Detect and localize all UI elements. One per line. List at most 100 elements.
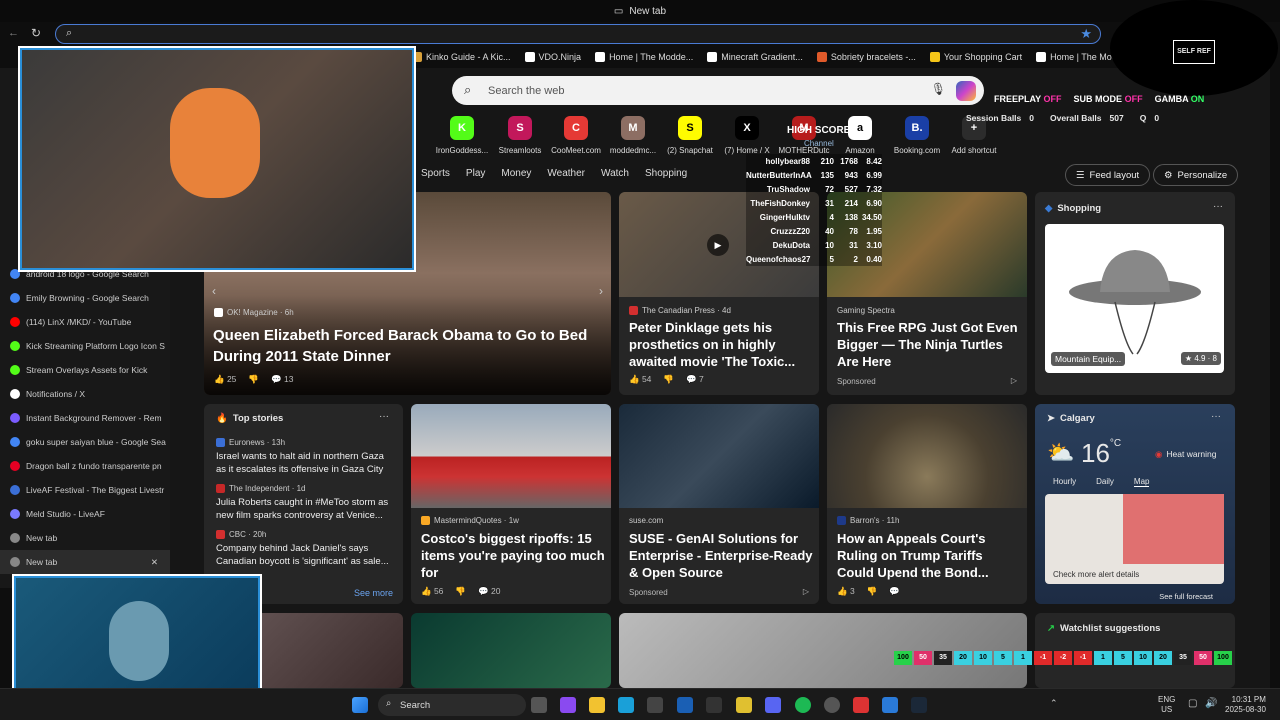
favorite-item[interactable]: Your Shopping Cart bbox=[929, 52, 1022, 62]
store-icon[interactable] bbox=[647, 697, 663, 713]
taskbar-search[interactable]: ⌕ Search bbox=[378, 694, 526, 716]
quick-link[interactable]: S (2) Snapchat bbox=[660, 116, 720, 155]
news-card[interactable]: MastermindQuotes · 1w Costco's biggest r… bbox=[411, 404, 611, 604]
outlook-icon[interactable] bbox=[677, 697, 693, 713]
full-forecast-link[interactable]: See full forecast bbox=[1159, 592, 1213, 601]
tab-hourly[interactable]: Hourly bbox=[1053, 477, 1076, 487]
like-icon[interactable]: 👍 54 bbox=[629, 374, 651, 385]
favorite-item[interactable]: VDO.Ninja bbox=[524, 52, 581, 62]
like-icon[interactable]: 👍 3 bbox=[837, 586, 855, 597]
windows-start-icon[interactable] bbox=[352, 697, 368, 713]
copilot-icon[interactable] bbox=[956, 81, 976, 101]
news-card[interactable] bbox=[411, 613, 611, 688]
quick-link[interactable]: S Streamloots bbox=[490, 116, 550, 155]
quick-link[interactable]: C CooMeet.com bbox=[546, 116, 606, 155]
sidebar-tab-item[interactable]: Dragon ball z fundo transparente pn bbox=[0, 454, 170, 478]
copilot-icon[interactable] bbox=[560, 697, 576, 713]
weather-alert[interactable]: Heat warning bbox=[1166, 449, 1216, 460]
sidebar-tab-item[interactable]: Kick Streaming Platform Logo Icon S bbox=[0, 334, 170, 358]
favorite-item[interactable]: Kinko Guide - A Kic... bbox=[412, 52, 511, 62]
carousel-next-icon[interactable]: › bbox=[599, 284, 603, 298]
app-icon[interactable] bbox=[882, 697, 898, 713]
check-alert-link[interactable]: Check more alert details bbox=[1053, 570, 1139, 579]
settings-icon[interactable] bbox=[824, 697, 840, 713]
address-bar[interactable]: ⌕ ★ bbox=[55, 24, 1101, 44]
feed-layout-button[interactable]: ☰ Feed layout bbox=[1065, 164, 1151, 186]
tray-chevron-icon[interactable]: ⌃ bbox=[1050, 698, 1058, 709]
quick-link[interactable]: B. Booking.com bbox=[887, 116, 947, 155]
sidebar-tab-item[interactable]: New tab ✕ bbox=[0, 550, 170, 574]
sidebar-tab-item[interactable]: (114) LinX /MKD/ - YouTube bbox=[0, 310, 170, 334]
personalize-button[interactable]: ⚙ Personalize bbox=[1153, 164, 1239, 186]
dislike-icon[interactable]: 👎 bbox=[248, 374, 259, 385]
dislike-icon[interactable]: 👎 bbox=[663, 374, 674, 385]
news-card[interactable]: Barron's · 11h How an Appeals Court's Ru… bbox=[827, 404, 1027, 604]
channel-logo-badge: SELF REF bbox=[1110, 0, 1278, 96]
tab-daily[interactable]: Daily bbox=[1096, 477, 1114, 487]
weather-card[interactable]: ➤ Calgary ··· ⛅ 16°C ◉ Heat warning Hourly… bbox=[1035, 404, 1235, 604]
like-icon[interactable]: 👍 25 bbox=[214, 374, 236, 385]
search-box[interactable]: ⌕ Search the web 🎙 bbox=[452, 76, 984, 105]
close-tab-icon[interactable]: ✕ bbox=[151, 557, 158, 568]
volume-icon[interactable]: 🔊 bbox=[1205, 698, 1217, 709]
more-options-icon[interactable]: ··· bbox=[1211, 411, 1221, 422]
feed-tab-sports[interactable]: Sports bbox=[421, 168, 450, 179]
spotify-icon[interactable] bbox=[795, 697, 811, 713]
dislike-icon[interactable]: 👎 bbox=[867, 586, 878, 597]
sidebar-tab-item[interactable]: LiveAF Festival - The Biggest Livestr bbox=[0, 478, 170, 502]
sidebar-tab-item[interactable]: Notifications / X bbox=[0, 382, 170, 406]
more-options-icon[interactable]: ··· bbox=[379, 411, 389, 422]
play-icon[interactable]: ▶ bbox=[707, 234, 729, 256]
pin-icon[interactable] bbox=[853, 697, 869, 713]
like-icon[interactable]: 👍 56 bbox=[421, 586, 443, 597]
clock[interactable]: 10:31 PM 2025-08-30 bbox=[1225, 695, 1266, 715]
edge-icon[interactable] bbox=[618, 697, 634, 713]
tab-map[interactable]: Map bbox=[1133, 477, 1150, 487]
comment-icon[interactable]: 💬 13 bbox=[271, 374, 293, 385]
app-icon[interactable] bbox=[706, 697, 722, 713]
discord-icon[interactable] bbox=[765, 697, 781, 713]
quick-link[interactable]: X (7) Home / X bbox=[717, 116, 777, 155]
comment-icon[interactable]: 💬 7 bbox=[686, 374, 704, 385]
feed-tab-money[interactable]: Money bbox=[501, 168, 531, 179]
refresh-icon[interactable]: ↻ bbox=[31, 26, 41, 40]
feed-tab-watch[interactable]: Watch bbox=[601, 168, 629, 179]
sidebar-tab-item[interactable]: Emily Browning - Google Search bbox=[0, 286, 170, 310]
favorite-star-icon[interactable]: ★ bbox=[1080, 26, 1092, 42]
snapchat-icon[interactable] bbox=[736, 697, 752, 713]
ad-choices-icon[interactable]: ▷ bbox=[1011, 376, 1017, 385]
ad-choices-icon[interactable]: ▷ bbox=[803, 587, 809, 596]
network-icon[interactable]: ▢ bbox=[1188, 698, 1197, 709]
sponsored-card[interactable]: suse.com SUSE - GenAI Solutions for Ente… bbox=[619, 404, 819, 604]
top-story-item[interactable]: The Independent · 1d Julia Roberts caught… bbox=[216, 484, 394, 522]
feed-tab-shopping[interactable]: Shopping bbox=[645, 168, 687, 179]
microphone-icon[interactable]: 🎙 bbox=[931, 82, 946, 96]
sidebar-tab-item[interactable]: goku super saiyan blue - Google Sea bbox=[0, 430, 170, 454]
sidebar-tab-item[interactable]: Stream Overlays Assets for Kick bbox=[0, 358, 170, 382]
favorite-item[interactable]: Minecraft Gradient... bbox=[707, 52, 803, 62]
product-image[interactable] bbox=[1045, 224, 1224, 373]
back-icon[interactable]: ← bbox=[8, 27, 19, 39]
see-more-link[interactable]: See more bbox=[354, 588, 393, 598]
carousel-prev-icon[interactable]: ‹ bbox=[212, 284, 216, 298]
top-story-item[interactable]: Euronews · 13h Israel wants to halt aid i… bbox=[216, 438, 394, 476]
comment-icon[interactable]: 💬 20 bbox=[478, 586, 500, 597]
quick-link[interactable]: K IronGoddess... bbox=[432, 116, 492, 155]
comment-icon[interactable]: 💬 bbox=[889, 586, 900, 597]
task-view-icon[interactable] bbox=[531, 697, 547, 713]
quick-link[interactable]: Mmoddedmc... bbox=[603, 116, 663, 155]
feed-tab-play[interactable]: Play bbox=[466, 168, 485, 179]
shopping-card[interactable]: ◆ Shopping ··· Mountain Equip... ★ 4.9 · … bbox=[1035, 192, 1235, 395]
more-options-icon[interactable]: ··· bbox=[1213, 201, 1223, 212]
sidebar-tab-item[interactable]: Instant Background Remover - Rem bbox=[0, 406, 170, 430]
language-indicator[interactable]: ENG US bbox=[1158, 695, 1175, 715]
top-story-item[interactable]: CBC · 20h Company behind Jack Daniel's sa… bbox=[216, 530, 394, 568]
sidebar-tab-item[interactable]: Meld Studio - LiveAF bbox=[0, 502, 170, 526]
sidebar-tab-item[interactable]: New tab bbox=[0, 526, 170, 550]
steam-icon[interactable] bbox=[911, 697, 927, 713]
file-explorer-icon[interactable] bbox=[589, 697, 605, 713]
dislike-icon[interactable]: 👎 bbox=[455, 586, 466, 597]
feed-tab-weather[interactable]: Weather bbox=[547, 168, 585, 179]
favorite-item[interactable]: Home | The Modde... bbox=[595, 52, 693, 62]
favorite-item[interactable]: Sobriety bracelets -... bbox=[816, 52, 916, 62]
